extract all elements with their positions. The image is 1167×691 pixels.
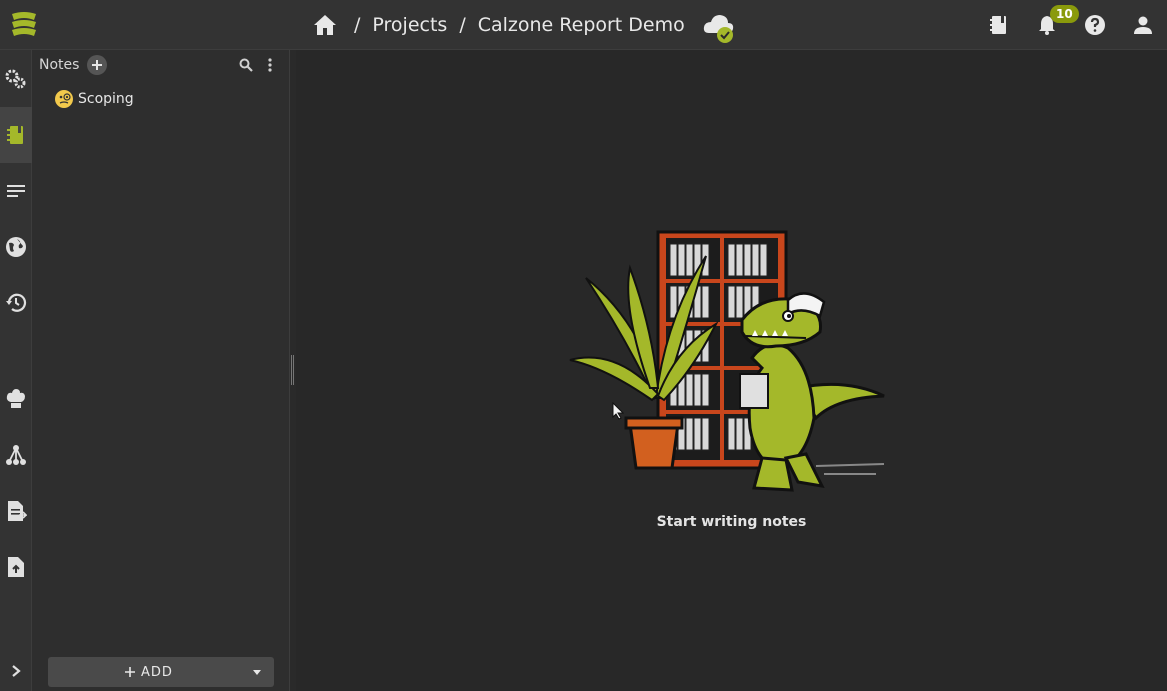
report-icon[interactable] xyxy=(0,483,32,539)
empty-state-message: Start writing notes xyxy=(656,514,807,530)
list-item[interactable]: Scoping xyxy=(54,88,134,110)
upload-file-icon[interactable] xyxy=(0,539,32,595)
account-icon[interactable] xyxy=(1119,0,1167,50)
more-options-icon[interactable] xyxy=(260,55,280,75)
notes-title: Notes xyxy=(39,57,80,73)
breadcrumb-projects[interactable]: Projects xyxy=(372,14,447,36)
notes-sidebar: Notes Scoping ADD xyxy=(32,50,290,691)
mouse-cursor-icon xyxy=(612,401,625,424)
breadcrumb-separator: / xyxy=(459,14,466,36)
home-icon[interactable] xyxy=(310,10,340,40)
top-bar: / Projects / Calzone Report Demo 10 xyxy=(0,0,1167,50)
chef-hat-icon[interactable] xyxy=(0,371,32,427)
list-icon[interactable] xyxy=(0,163,32,219)
breadcrumb: / Projects / Calzone Report Demo xyxy=(310,0,737,50)
notes-book-icon[interactable] xyxy=(975,0,1023,50)
left-navigation-rail xyxy=(0,50,32,691)
history-icon[interactable] xyxy=(0,275,32,331)
monocle-face-icon xyxy=(54,89,74,109)
note-title: Scoping xyxy=(78,91,134,107)
cloud-sync-icon[interactable] xyxy=(701,9,737,45)
settings-icon[interactable] xyxy=(0,51,32,107)
empty-state-illustration xyxy=(566,228,891,496)
add-note-button[interactable] xyxy=(87,55,108,75)
search-icon[interactable] xyxy=(236,55,256,75)
bell-icon[interactable]: 10 xyxy=(1023,0,1079,50)
expand-icon[interactable] xyxy=(0,643,32,691)
add-button[interactable]: ADD xyxy=(48,657,274,687)
breadcrumb-project-name[interactable]: Calzone Report Demo xyxy=(478,14,685,36)
tree-icon[interactable] xyxy=(0,427,32,483)
plus-icon xyxy=(125,667,136,677)
add-button-label: ADD xyxy=(141,664,173,680)
main-content: Start writing notes xyxy=(296,50,1167,691)
add-dropdown-icon[interactable] xyxy=(240,657,274,687)
breadcrumb-separator: / xyxy=(354,14,361,36)
app-logo[interactable] xyxy=(8,8,40,42)
notes-icon[interactable] xyxy=(0,107,32,163)
help-icon[interactable] xyxy=(1071,0,1119,50)
globe-icon[interactable] xyxy=(0,219,32,275)
